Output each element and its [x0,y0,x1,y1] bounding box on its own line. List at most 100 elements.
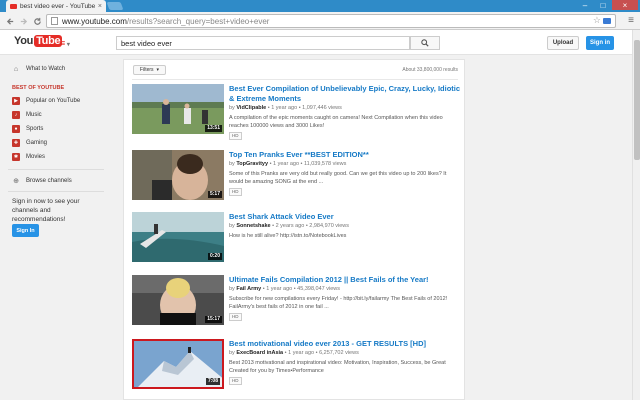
sidebar-item-popular[interactable]: ▶ Popular on YouTube [12,97,80,105]
video-title-link[interactable]: Top Ten Pranks Ever **BEST EDITION** [229,150,461,160]
video-title-link[interactable]: Best motivational video ever 2013 - GET … [229,339,461,349]
sidebar-item-label: What to Watch [26,66,66,72]
logo-tube: Tube [34,35,63,47]
video-title-link[interactable]: Best Shark Attack Video Ever [229,212,461,222]
window-close-button[interactable]: × [612,0,638,10]
hd-badge: HD [229,377,242,385]
browse-channels-icon: ⊕ [13,178,19,185]
sidebar-item-movies[interactable]: ✱ Movies [12,153,45,161]
channel-link[interactable]: Fail Army [236,286,261,292]
browser-tab[interactable]: best video ever - YouTube × [6,0,106,12]
sidebar-divider [8,191,104,192]
sidebar-item-label: Gaming [26,140,48,146]
video-thumbnail[interactable]: 5:17 [132,150,224,200]
filters-button[interactable]: Filters ▾ [133,65,166,75]
sidebar-item-label: Music [26,112,42,118]
search-input[interactable]: best video ever [116,36,410,50]
video-meta: by TopGravityy • 1 year ago • 11,039,578… [229,161,347,167]
sidebar-item-browse-channels[interactable]: ⊕ Browse channels [12,177,72,185]
video-stats: • 1 year ago • 1,097,446 views [267,105,342,111]
minimize-button[interactable]: – [576,0,594,10]
sign-in-button[interactable]: Sign in [586,36,614,50]
video-description: How is he still alive? http://istn.to/No… [229,233,347,239]
channel-link[interactable]: VidClipable [236,105,266,111]
sidebar-item-music[interactable]: ♪ Music [12,111,42,119]
sports-icon: ● [12,125,20,133]
sidebar-item-label: Browse channels [26,178,72,184]
window-controls: – □ × [576,0,638,10]
video-meta: by ExecBoard inAsia • 1 year ago • 6,257… [229,350,359,356]
browser-toolbar: www.youtube.com /results?search_query=be… [0,12,640,30]
video-duration: 13:51 [205,125,222,132]
video-title-link[interactable]: Ultimate Fails Compilation 2012 || Best … [229,275,461,285]
home-icon: ⌂ [13,65,19,73]
video-thumbnail[interactable]: 0:20 [132,212,224,262]
sidebar-heading: BEST OF YOUTUBE [12,85,65,91]
star-icon[interactable]: ☆ [593,15,601,26]
hd-badge: HD [229,132,242,140]
video-meta: by VidClipable • 1 year ago • 1,097,446 … [229,105,342,111]
video-duration: 15:17 [205,316,222,323]
video-stats: • 1 year ago • 6,257,702 views [284,350,359,356]
video-duration: 7:08 [205,378,220,385]
hd-badge: HD [229,313,242,321]
hd-badge: HD [229,188,242,196]
sidebar-item-what-to-watch[interactable]: ⌂ What to Watch [12,65,65,73]
video-thumbnail[interactable]: 7:08 [132,339,224,389]
page-icon [51,17,58,25]
search-results: Filters ▾ About 33,800,000 results 13:51 … [123,59,465,400]
back-arrow-icon[interactable] [4,15,16,27]
guide-menu-icon[interactable]: ≡ ▾ [60,38,70,48]
results-divider [132,79,458,80]
forward-arrow-icon[interactable] [17,15,29,27]
tab-close-icon[interactable]: × [98,3,102,10]
channel-link[interactable]: TopGravityy [236,161,268,167]
address-bar[interactable]: www.youtube.com /results?search_query=be… [46,14,616,28]
upload-button[interactable]: Upload [547,36,579,50]
page-scrollbar[interactable] [632,30,640,400]
result-count: About 33,800,000 results [402,67,458,73]
video-meta: by Fail Army • 1 year ago • 45,398,047 v… [229,286,340,292]
search-button[interactable] [410,36,440,50]
reload-icon[interactable] [31,15,43,27]
video-description: Some of this Pranks are very old but rea… [229,171,447,185]
sidebar-item-sports[interactable]: ● Sports [12,125,43,133]
sidebar-sign-in-button[interactable]: Sign In [12,224,39,237]
video-description: Subscribe for new compilations every Fri… [229,296,448,310]
gaming-icon: ✚ [12,139,20,147]
url-host: www.youtube.com [62,16,127,26]
sidebar-divider [8,169,104,170]
youtube-logo[interactable]: You Tube [14,35,63,47]
youtube-favicon-icon [10,3,17,9]
popular-icon: ▶ [12,97,20,105]
menu-icon[interactable]: ≡ [628,15,634,26]
search-icon [421,39,429,47]
video-thumbnail[interactable]: 15:17 [132,275,224,325]
video-meta: by Sonnetshake • 2 years ago • 2,984,970… [229,223,350,229]
url-path: /results?search_query=best+video+ever [126,16,270,26]
extension-icon[interactable] [603,18,611,24]
sidebar-item-gaming[interactable]: ✚ Gaming [12,139,47,147]
sidebar-item-label: Sports [26,126,44,132]
browser-tab-strip: best video ever - YouTube × – □ × [0,0,640,12]
sidebar-signin-prompt: Sign in now to see your channels and rec… [12,198,80,223]
new-tab-button[interactable] [106,2,124,10]
movies-icon: ✱ [12,153,20,161]
maximize-button[interactable]: □ [594,0,612,10]
channel-link[interactable]: ExecBoard inAsia [236,350,283,356]
guide-sidebar: ⌂ What to Watch BEST OF YOUTUBE ▶ Popula… [0,56,108,400]
video-duration: 5:17 [207,191,222,198]
scrollbar-thumb[interactable] [634,40,640,160]
video-stats: • 2 years ago • 2,984,970 views [272,223,350,229]
video-description: Best 2013 motivational and inspirational… [229,360,446,374]
logo-you: You [14,35,34,47]
youtube-header: You Tube ≡ ▾ best video ever Upload Sign… [0,30,632,55]
channel-link[interactable]: Sonnetshake [236,223,270,229]
tab-title: best video ever - YouTube [20,2,96,10]
video-stats: • 1 year ago • 45,398,047 views [262,286,340,292]
video-duration: 0:20 [207,253,222,260]
video-description: A compilation of the epic moments caught… [229,115,443,129]
video-thumbnail[interactable]: 13:51 [132,84,224,134]
video-title-link[interactable]: Best Ever Compilation of Unbelievably Ep… [229,84,461,104]
sidebar-item-label: Popular on YouTube [26,98,81,104]
